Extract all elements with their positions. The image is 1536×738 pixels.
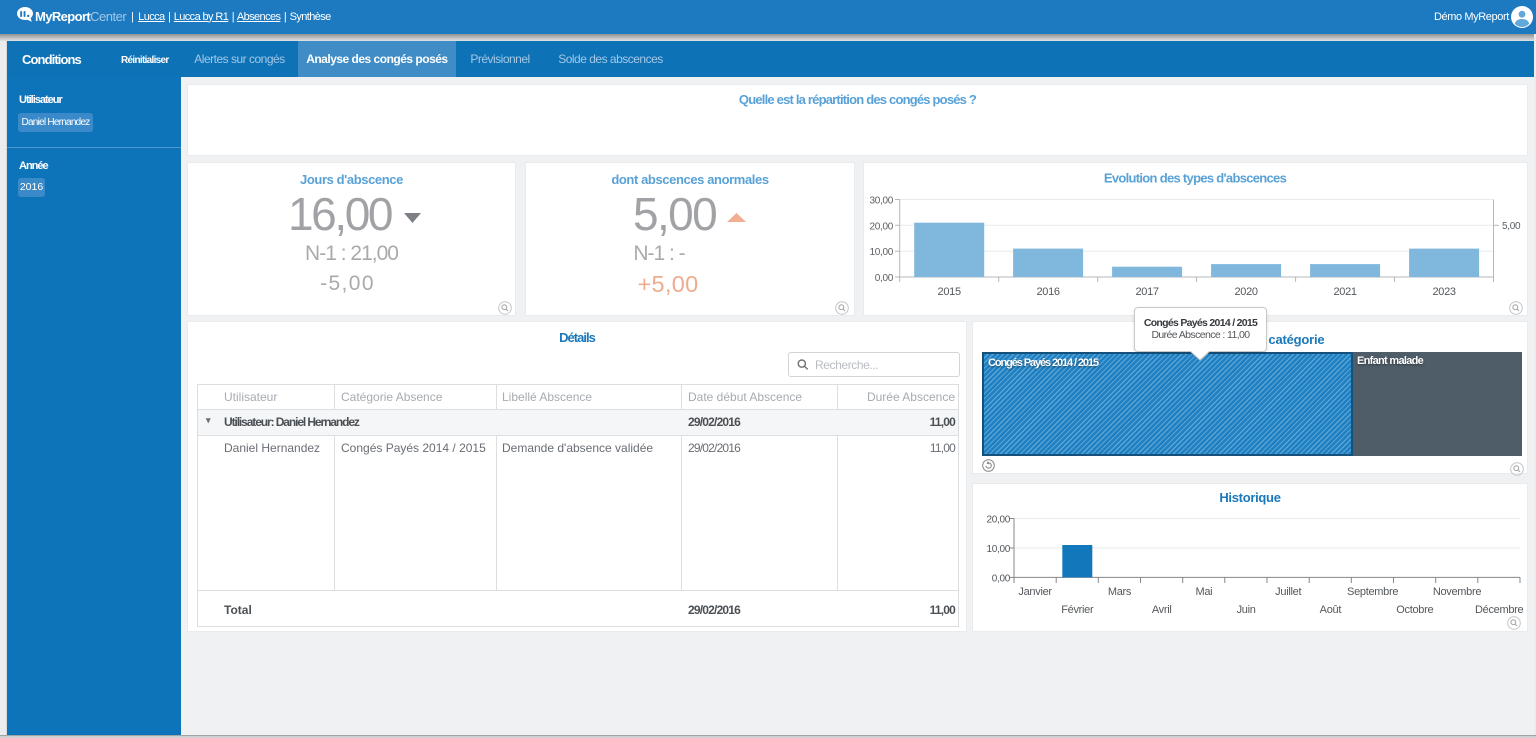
- svg-text:Mars: Mars: [1108, 586, 1132, 598]
- svg-text:Décembre: Décembre: [1475, 604, 1524, 616]
- svg-text:Evolution des types d'abscence: Evolution des types d'abscences: [1104, 171, 1287, 186]
- svg-text:Octobre: Octobre: [1396, 604, 1433, 616]
- svg-text:Juillet: Juillet: [1275, 586, 1301, 598]
- svg-text:Septembre: Septembre: [1347, 586, 1398, 598]
- svg-text:2021: 2021: [1333, 286, 1356, 298]
- svg-text:2023: 2023: [1432, 286, 1455, 298]
- svg-text:Janvier: Janvier: [1018, 586, 1052, 598]
- svg-text:0,00: 0,00: [992, 573, 1011, 584]
- svg-text:Mai: Mai: [1195, 586, 1212, 598]
- svg-text:0,00: 0,00: [875, 273, 894, 284]
- svg-text:Novembre: Novembre: [1433, 586, 1482, 598]
- svg-text:Août: Août: [1320, 604, 1342, 616]
- svg-text:Février: Février: [1061, 604, 1094, 616]
- svg-text:Avril: Avril: [1152, 604, 1172, 616]
- svg-text:20,00: 20,00: [869, 221, 893, 232]
- svg-text:2020: 2020: [1234, 286, 1257, 298]
- svg-text:Historique: Historique: [1219, 490, 1280, 505]
- svg-text:10,00: 10,00: [869, 247, 893, 258]
- svg-text:30,00: 30,00: [869, 196, 893, 207]
- svg-text:5,00: 5,00: [1502, 221, 1521, 232]
- svg-text:2015: 2015: [938, 286, 961, 298]
- svg-text:10,00: 10,00: [986, 544, 1010, 555]
- svg-text:2017: 2017: [1135, 286, 1158, 298]
- svg-text:20,00: 20,00: [986, 515, 1010, 526]
- svg-text:Juin: Juin: [1237, 604, 1256, 616]
- svg-text:2016: 2016: [1036, 286, 1059, 298]
